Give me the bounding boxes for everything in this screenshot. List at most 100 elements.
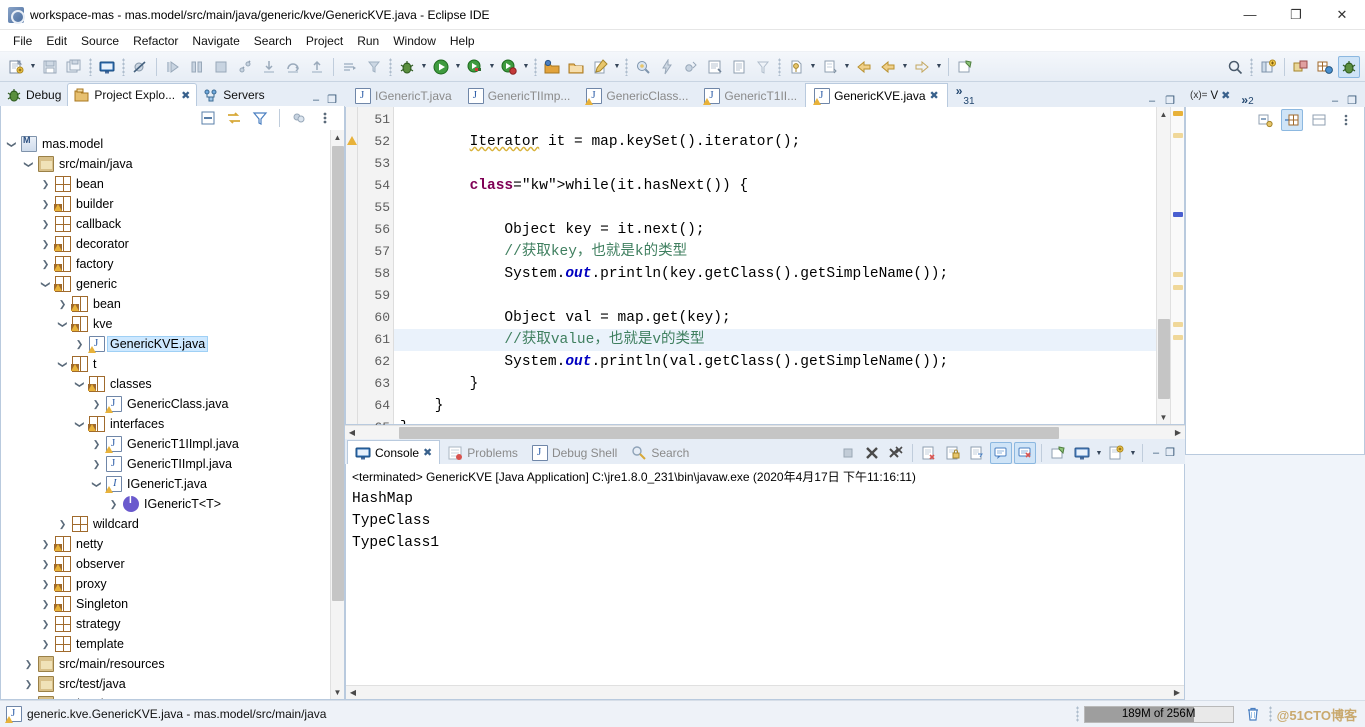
chevron-right-icon[interactable]: ❯: [39, 219, 52, 230]
toolbar-handle-2[interactable]: [122, 57, 125, 76]
collapse-all-button[interactable]: [198, 108, 218, 128]
step-into-button[interactable]: [258, 56, 280, 78]
menu-file[interactable]: File: [6, 32, 39, 50]
code-line[interactable]: Object key = it.next();: [394, 219, 1156, 241]
chevron-right-icon[interactable]: ❯: [39, 259, 52, 270]
code-line[interactable]: class="kw">while(it.hasNext()) {: [394, 175, 1156, 197]
chevron-right-icon[interactable]: ❯: [56, 519, 69, 530]
code-line[interactable]: System.out.println(val.getClass().getSim…: [394, 351, 1156, 373]
warning-marker-icon[interactable]: [347, 136, 357, 145]
menu-source[interactable]: Source: [74, 32, 126, 50]
tree-item[interactable]: ❯ interfaces: [1, 414, 330, 434]
chevron-right-icon[interactable]: ❯: [90, 459, 103, 470]
tree-item[interactable]: ❯ netty: [1, 534, 330, 554]
menu-help[interactable]: Help: [443, 32, 482, 50]
toolbar-handle-3[interactable]: [389, 57, 392, 76]
tab-debug-shell[interactable]: Debug Shell: [525, 441, 624, 464]
remove-launch-button[interactable]: [861, 442, 883, 464]
remove-all-terminated-button[interactable]: [885, 442, 907, 464]
run-button[interactable]: [430, 56, 452, 78]
run-dropdown[interactable]: ▼: [453, 56, 463, 78]
editor-tab-generickve[interactable]: GenericKVE.java ✖: [805, 83, 948, 107]
drop-to-frame-button[interactable]: [339, 56, 361, 78]
tree-item[interactable]: ❯ factory: [1, 254, 330, 274]
back-history-button[interactable]: [877, 56, 899, 78]
chevron-right-icon[interactable]: ❯: [39, 579, 52, 590]
chevron-right-icon[interactable]: ❯: [22, 679, 35, 690]
tree-item[interactable]: ❯ builder: [1, 194, 330, 214]
code-line[interactable]: Object val = map.get(key);: [394, 307, 1156, 329]
pin-console-button[interactable]: [1047, 442, 1069, 464]
open-console-dropdown[interactable]: ▼: [1128, 442, 1138, 464]
chevron-right-icon[interactable]: ❯: [22, 659, 35, 670]
tree-item[interactable]: ❯ src/main/java: [1, 154, 330, 174]
tree-item[interactable]: ❯ t: [1, 354, 330, 374]
editor-annotation-ruler[interactable]: [346, 107, 358, 424]
maximize-icon[interactable]: ❐: [1165, 447, 1175, 459]
quick-fix-button[interactable]: [656, 56, 678, 78]
trash-icon[interactable]: [1242, 704, 1264, 724]
chevron-right-icon[interactable]: ❯: [90, 439, 103, 450]
save-button[interactable]: [39, 56, 61, 78]
mark-occurrences-button[interactable]: [704, 56, 726, 78]
open-perspective-button[interactable]: [1257, 56, 1279, 78]
display-console-dropdown[interactable]: ▼: [1094, 442, 1104, 464]
editor-overview-ruler[interactable]: [1170, 107, 1184, 424]
marker-selection[interactable]: [1173, 212, 1183, 217]
tree-item[interactable]: ❯ GenericT1IImpl.java: [1, 434, 330, 454]
debug-dropdown[interactable]: ▼: [419, 56, 429, 78]
show-console-on-error-button[interactable]: [1014, 442, 1036, 464]
menu-search[interactable]: Search: [247, 32, 299, 50]
chevron-down-icon[interactable]: ❯: [40, 278, 51, 291]
tree-item[interactable]: ❯ kve: [1, 314, 330, 334]
scroll-right-icon[interactable]: ▶: [1171, 426, 1185, 440]
terminate-console-button[interactable]: [837, 442, 859, 464]
chevron-right-icon[interactable]: ❯: [107, 499, 120, 510]
word-wrap-button[interactable]: [966, 442, 988, 464]
toolbar-handle-6[interactable]: [778, 57, 781, 76]
editor-tab-generict1ii[interactable]: GenericT1II...: [696, 84, 805, 107]
code-line[interactable]: [394, 153, 1156, 175]
new-package-button[interactable]: [565, 56, 587, 78]
tree-scroll-track[interactable]: [331, 144, 344, 685]
maximize-button[interactable]: ❐: [1273, 0, 1319, 30]
close-icon[interactable]: ✖: [181, 89, 190, 102]
menu-navigate[interactable]: Navigate: [185, 32, 246, 50]
code-line[interactable]: [394, 197, 1156, 219]
chevron-down-icon[interactable]: ❯: [74, 418, 85, 431]
tree-item[interactable]: ❯ wildcard: [1, 514, 330, 534]
chevron-right-icon[interactable]: ❯: [39, 539, 52, 550]
tree-item[interactable]: ❯ proxy: [1, 574, 330, 594]
console-hscroll-track[interactable]: [360, 686, 1170, 700]
java-ee-perspective-button[interactable]: [1290, 56, 1312, 78]
code-line[interactable]: [394, 109, 1156, 131]
next-annotation-button[interactable]: [819, 56, 841, 78]
chevron-right-icon[interactable]: ❯: [39, 599, 52, 610]
console-output[interactable]: HashMap TypeClass TypeClass1: [346, 488, 1184, 685]
chevron-right-icon[interactable]: ❯: [39, 179, 52, 190]
code-line[interactable]: [394, 285, 1156, 307]
tree-item[interactable]: ❯ generic: [1, 274, 330, 294]
editor-tabs-overflow-button[interactable]: » 31: [948, 84, 983, 107]
tree-item[interactable]: ❯ bean: [1, 174, 330, 194]
tab-project-explorer[interactable]: Project Explo... ✖: [67, 83, 198, 106]
tree-item[interactable]: ❯ Singleton: [1, 594, 330, 614]
new-wizard-dropdown[interactable]: ▼: [28, 56, 38, 78]
tab-problems[interactable]: Problems: [440, 441, 525, 464]
tree-item[interactable]: ❯ bean: [1, 294, 330, 314]
editor-hscroll-thumb[interactable]: [399, 426, 1059, 439]
toolbar-handle-7[interactable]: [1250, 57, 1253, 76]
status-handle[interactable]: [1075, 706, 1079, 722]
view-menu-button[interactable]: [315, 108, 335, 128]
chevron-right-icon[interactable]: ❯: [39, 239, 52, 250]
tree-vertical-scrollbar[interactable]: ▲ ▼: [330, 130, 344, 699]
quick-access-search-button[interactable]: [1224, 56, 1246, 78]
last-edit-location-button[interactable]: [785, 56, 807, 78]
minimize-button[interactable]: —: [1227, 0, 1273, 30]
maximize-icon[interactable]: ❐: [327, 95, 337, 106]
forward-dropdown[interactable]: ▼: [934, 56, 944, 78]
coverage-dropdown[interactable]: ▼: [487, 56, 497, 78]
marker-warning[interactable]: [1173, 133, 1183, 138]
variables-view-body[interactable]: [1185, 133, 1365, 455]
focus-on-active-task-button[interactable]: [289, 108, 309, 128]
